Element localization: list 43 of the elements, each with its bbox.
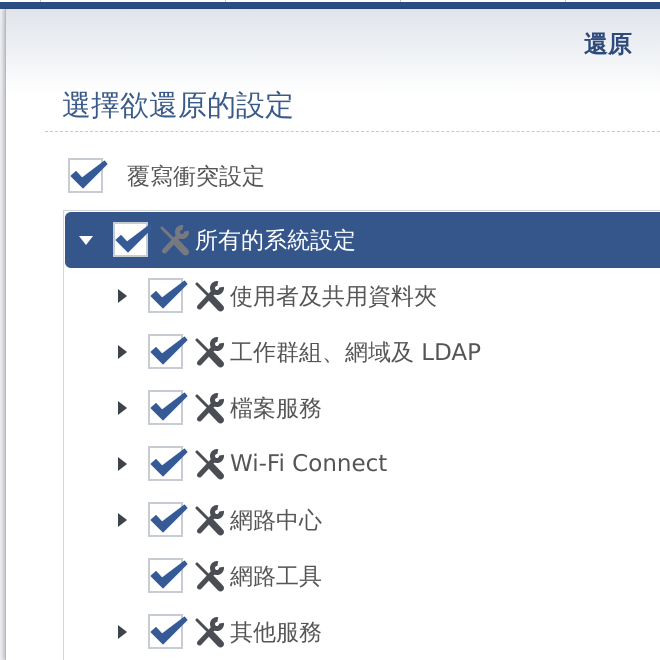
tree-row[interactable]: 工作群組、網域及 LDAP: [65, 324, 660, 380]
wrench-screwdriver-icon: [193, 559, 225, 593]
checkbox[interactable]: [148, 278, 188, 314]
tree-row[interactable]: 使用者及共用資料夾: [65, 268, 660, 324]
caret-right-icon[interactable]: [118, 457, 127, 471]
item-label: 網路工具: [230, 562, 322, 592]
checkbox[interactable]: [113, 222, 153, 258]
checkbox[interactable]: [148, 558, 188, 594]
caret-right-icon[interactable]: [118, 625, 127, 639]
checkbox-label: 覆寫衝突設定: [127, 162, 265, 192]
item-label: 使用者及共用資料夾: [230, 282, 437, 312]
caret-right-icon[interactable]: [118, 513, 127, 527]
tree-row[interactable]: 網路中心: [65, 492, 660, 548]
item-label: 其他服務: [230, 618, 322, 648]
checkbox[interactable]: [148, 334, 188, 370]
wrench-screwdriver-icon: [193, 503, 225, 537]
caret-right-icon[interactable]: [118, 289, 127, 303]
tree-row[interactable]: Wi-Fi Connect: [65, 436, 660, 492]
checkbox[interactable]: [148, 614, 188, 650]
checkbox[interactable]: [148, 502, 188, 538]
tree-row[interactable]: 檔案服務: [65, 380, 660, 436]
checkbox[interactable]: [148, 446, 188, 482]
tree-row[interactable]: 網路工具: [65, 548, 660, 604]
item-label: 所有的系統設定: [195, 226, 356, 256]
caret-right-icon[interactable]: [118, 345, 127, 359]
wrench-screwdriver-icon: [193, 335, 225, 369]
caret-right-icon[interactable]: [118, 401, 127, 415]
caret-down-icon[interactable]: [79, 236, 93, 244]
wrench-screwdriver-icon: [193, 447, 225, 481]
section-heading: 選擇欲還原的設定: [62, 87, 294, 123]
wrench-screwdriver-icon: [193, 391, 225, 425]
checkbox[interactable]: [68, 158, 108, 194]
dialog-title: 還原: [584, 29, 632, 60]
wrench-screwdriver-icon: [193, 279, 225, 313]
item-label: Wi-Fi Connect: [230, 451, 388, 477]
item-label: 網路中心: [230, 506, 322, 536]
tree-row[interactable]: 其他服務: [65, 604, 660, 660]
item-label: 工作群組、網域及 LDAP: [230, 338, 482, 368]
item-label: 檔案服務: [230, 394, 322, 424]
wrench-screwdriver-icon: [158, 223, 190, 257]
wrench-screwdriver-icon: [193, 615, 225, 649]
tree-row[interactable]: 所有的系統設定: [65, 212, 660, 268]
checkbox[interactable]: [148, 390, 188, 426]
